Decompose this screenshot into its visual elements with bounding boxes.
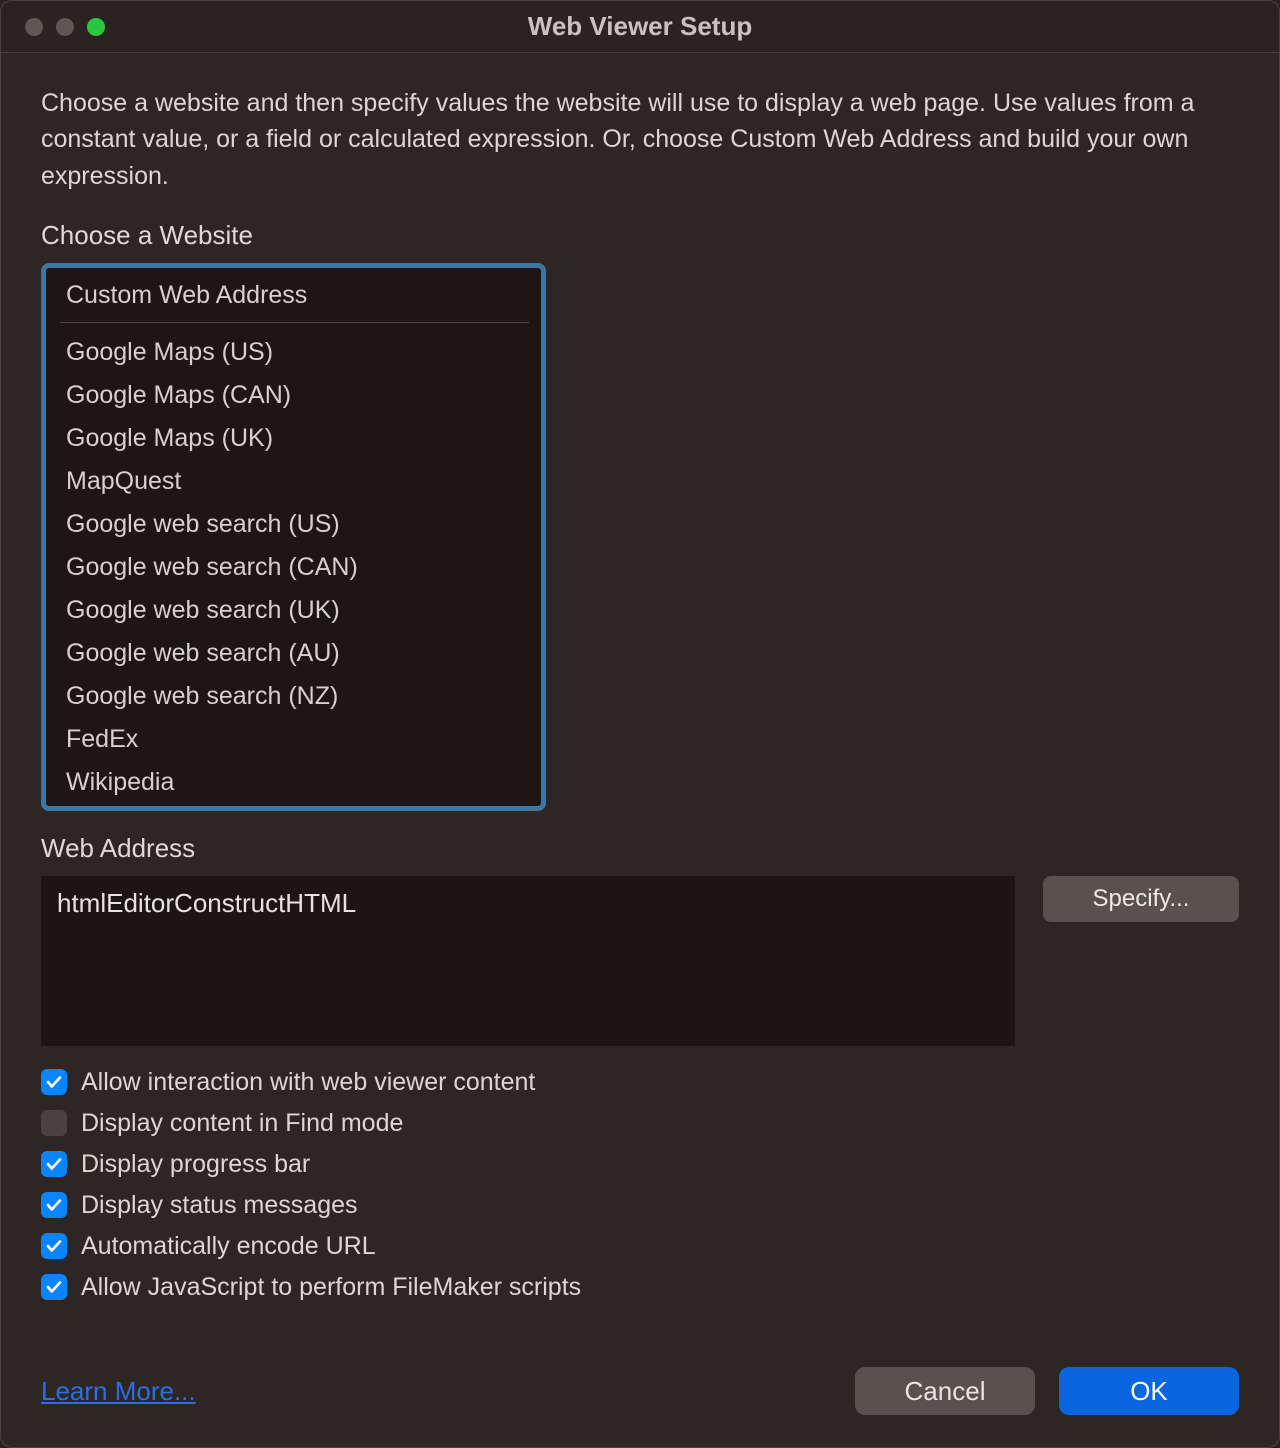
option-checkbox-label: Display content in Find mode [81, 1109, 403, 1138]
option-checkbox-label: Allow interaction with web viewer conten… [81, 1068, 535, 1097]
dialog-window: Web Viewer Setup Choose a website and th… [0, 0, 1280, 1448]
options-checkbox-group: Allow interaction with web viewer conten… [41, 1068, 1239, 1302]
learn-more-link[interactable]: Learn More... [41, 1376, 196, 1407]
website-list-item[interactable]: Google Maps (UK) [60, 417, 529, 460]
dialog-footer: Learn More... Cancel OK [41, 1367, 1239, 1415]
website-list-item[interactable]: Custom Web Address [60, 274, 529, 323]
website-list-item[interactable]: Google web search (US) [60, 503, 529, 546]
website-list-item[interactable]: Google web search (UK) [60, 589, 529, 632]
option-checkbox-row[interactable]: Allow interaction with web viewer conten… [41, 1068, 1239, 1097]
checkbox-checked-icon[interactable] [41, 1233, 67, 1259]
website-listbox[interactable]: Custom Web AddressGoogle Maps (US)Google… [41, 263, 546, 811]
titlebar: Web Viewer Setup [1, 1, 1279, 53]
traffic-lights [25, 18, 105, 36]
website-list-item[interactable]: MapQuest [60, 460, 529, 503]
checkbox-checked-icon[interactable] [41, 1069, 67, 1095]
choose-website-label: Choose a Website [41, 220, 1239, 251]
dialog-content: Choose a website and then specify values… [1, 53, 1279, 1332]
website-list-item[interactable]: Google web search (NZ) [60, 675, 529, 718]
website-list-item[interactable]: Wikipedia [60, 761, 529, 804]
option-checkbox-label: Automatically encode URL [81, 1232, 376, 1261]
zoom-icon[interactable] [87, 18, 105, 36]
web-address-label: Web Address [41, 833, 1239, 864]
website-list-item[interactable]: Google Maps (CAN) [60, 374, 529, 417]
checkbox-unchecked-icon[interactable] [41, 1110, 67, 1136]
option-checkbox-label: Display status messages [81, 1191, 358, 1220]
option-checkbox-row[interactable]: Allow JavaScript to perform FileMaker sc… [41, 1273, 1239, 1302]
ok-button[interactable]: OK [1059, 1367, 1239, 1415]
web-address-input[interactable]: htmlEditorConstructHTML [41, 876, 1015, 1046]
cancel-button[interactable]: Cancel [855, 1367, 1035, 1415]
minimize-icon[interactable] [56, 18, 74, 36]
close-icon[interactable] [25, 18, 43, 36]
checkbox-checked-icon[interactable] [41, 1151, 67, 1177]
website-list-item[interactable]: Google web search (AU) [60, 632, 529, 675]
option-checkbox-row[interactable]: Display progress bar [41, 1150, 1239, 1179]
window-title: Web Viewer Setup [1, 11, 1279, 42]
checkbox-checked-icon[interactable] [41, 1192, 67, 1218]
option-checkbox-row[interactable]: Display status messages [41, 1191, 1239, 1220]
website-list-item[interactable]: Google Maps (US) [60, 331, 529, 374]
website-list-item[interactable]: Google web search (CAN) [60, 546, 529, 589]
checkbox-checked-icon[interactable] [41, 1274, 67, 1300]
option-checkbox-row[interactable]: Automatically encode URL [41, 1232, 1239, 1261]
website-list-scroll[interactable]: Custom Web AddressGoogle Maps (US)Google… [46, 268, 541, 806]
specify-button[interactable]: Specify... [1043, 876, 1239, 922]
option-checkbox-row[interactable]: Display content in Find mode [41, 1109, 1239, 1138]
option-checkbox-label: Allow JavaScript to perform FileMaker sc… [81, 1273, 581, 1302]
website-list-item[interactable]: FedEx [60, 718, 529, 761]
option-checkbox-label: Display progress bar [81, 1150, 310, 1179]
intro-text: Choose a website and then specify values… [41, 85, 1239, 194]
